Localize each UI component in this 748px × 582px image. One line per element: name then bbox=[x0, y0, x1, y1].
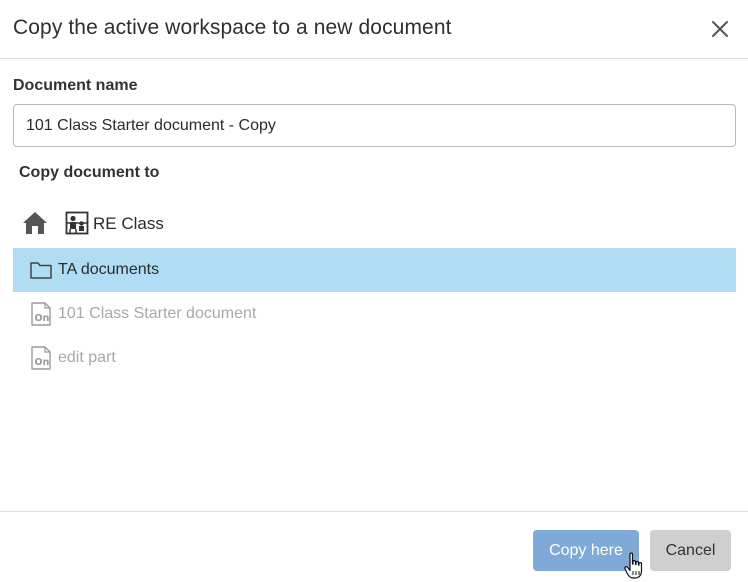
onshape-document-icon: On bbox=[29, 346, 53, 370]
close-icon[interactable] bbox=[708, 17, 732, 41]
document-name-label: Document name bbox=[13, 77, 138, 94]
breadcrumb-current[interactable]: RE Class bbox=[93, 214, 164, 234]
dialog-header: Copy the active workspace to a new docum… bbox=[0, 0, 748, 59]
copy-here-button[interactable]: Copy here bbox=[533, 530, 639, 571]
destination-list: TA documents On 101 Class Starter docume… bbox=[13, 248, 736, 380]
list-item-label: TA documents bbox=[58, 261, 160, 278]
list-item-document: On edit part bbox=[13, 336, 736, 380]
folder-icon bbox=[29, 258, 53, 282]
breadcrumb: RE Class bbox=[22, 209, 422, 237]
list-item-folder[interactable]: TA documents bbox=[13, 248, 736, 292]
cancel-button[interactable]: Cancel bbox=[650, 530, 731, 571]
copy-workspace-dialog: Copy the active workspace to a new docum… bbox=[0, 0, 748, 582]
dialog-footer: Copy here Cancel bbox=[0, 511, 748, 582]
home-icon[interactable] bbox=[22, 211, 48, 235]
list-item-label: 101 Class Starter document bbox=[58, 305, 257, 322]
copy-destination-label: Copy document to bbox=[19, 164, 160, 181]
list-item-label: edit part bbox=[58, 349, 116, 366]
svg-text:On: On bbox=[35, 313, 50, 324]
onshape-document-icon: On bbox=[29, 302, 53, 326]
classroom-icon bbox=[65, 211, 89, 235]
document-name-input[interactable] bbox=[13, 104, 736, 147]
dialog-title: Copy the active workspace to a new docum… bbox=[13, 16, 452, 39]
list-item-document: On 101 Class Starter document bbox=[13, 292, 736, 336]
svg-text:On: On bbox=[35, 357, 50, 368]
